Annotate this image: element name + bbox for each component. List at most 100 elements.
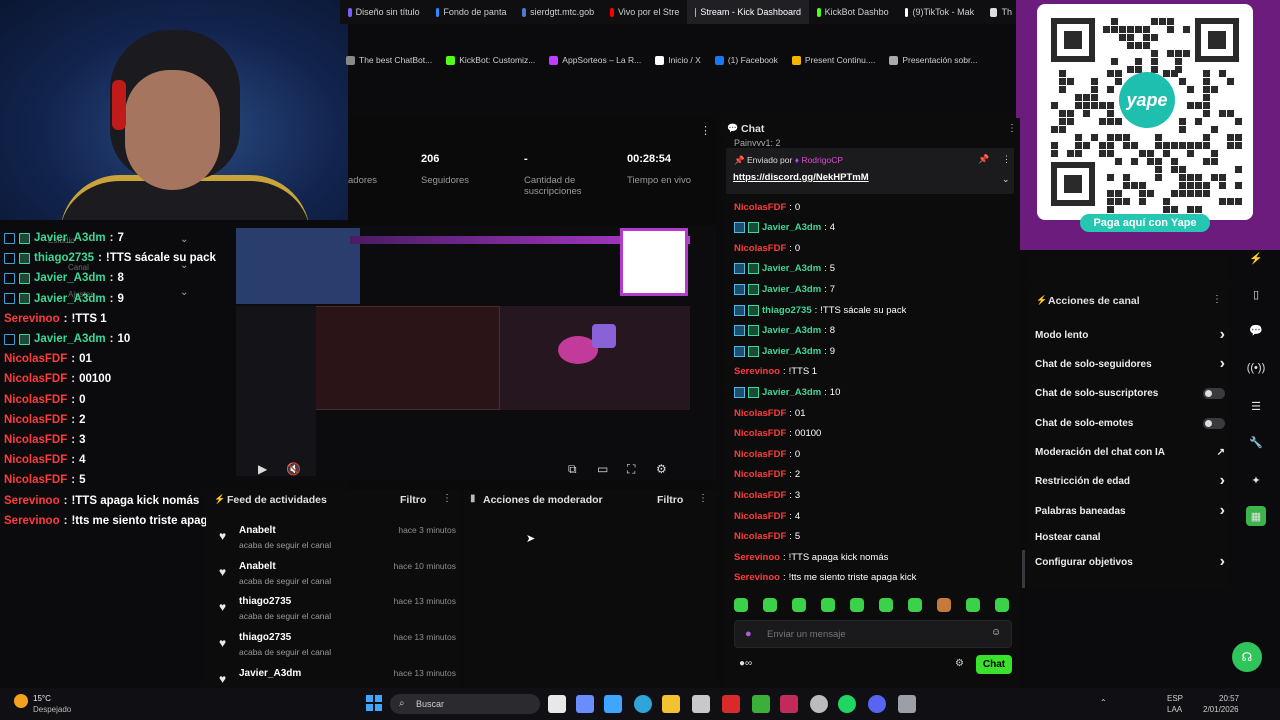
channel-action-row[interactable]: Chat de solo-seguidores › (1035, 355, 1225, 373)
browser-tab[interactable]: Th (982, 0, 1020, 24)
chat-message[interactable]: NicolasFDF:5 (734, 530, 800, 544)
weather-desc[interactable]: Despejado (33, 705, 71, 714)
store-icon[interactable] (604, 695, 622, 713)
unpin-icon[interactable]: 📌 (978, 154, 989, 165)
minecraft-icon[interactable] (752, 695, 770, 713)
channel-action-row[interactable]: Moderación del chat con IA ↗ (1035, 443, 1225, 461)
folder-icon[interactable] (662, 695, 680, 713)
fullscreen-icon[interactable]: ⛶ (627, 462, 635, 477)
emote-icon[interactable] (763, 598, 777, 612)
browser-tab[interactable]: sierdgtt.mtc.gob (514, 0, 602, 24)
chat-user[interactable]: NicolasFDF (734, 490, 786, 501)
settings-gear-icon[interactable]: ⚙ (656, 462, 667, 476)
document-icon[interactable]: ▯ (1246, 284, 1266, 304)
toggle-switch[interactable] (1203, 387, 1225, 399)
feed-user[interactable]: thiago2735 (239, 632, 291, 643)
chat-input[interactable] (767, 627, 977, 641)
emote-icon[interactable] (734, 598, 748, 612)
clock-time[interactable]: 20:57 (1219, 694, 1239, 703)
more-icon[interactable]: ⋮ (700, 124, 711, 137)
channel-action-row[interactable]: Hostear canal (1035, 528, 1225, 546)
chat-message[interactable]: NicolasFDF:0 (734, 241, 800, 255)
chevron-down-icon[interactable]: ⌄ (1002, 174, 1010, 185)
microphone-icon[interactable]: ● (745, 628, 752, 640)
chat-message[interactable]: Serevinoo: !tts me siento triste apaga ki… (734, 571, 916, 585)
chat-message[interactable]: NicolasFDF:3 (734, 488, 800, 502)
bookmark-item[interactable]: AppSorteos – La R... (549, 55, 641, 65)
feed-item[interactable]: ♥ Anabelt acaba de seguir el canal hace 10 … (216, 561, 456, 595)
feed-item[interactable]: ♥ thiago2735 acaba de seguir el canal hace … (216, 596, 456, 630)
mute-icon[interactable]: 🔇 (286, 462, 301, 476)
toggle-switch[interactable] (1203, 417, 1225, 429)
chat-message[interactable]: NicolasFDF:4 (734, 509, 800, 523)
chat-user[interactable]: NicolasFDF (734, 511, 786, 522)
chat-message[interactable]: Javier_A3dm:10 (734, 385, 840, 399)
settings-icon[interactable] (898, 695, 916, 713)
browser-tab[interactable]: Vivo por el Stre (602, 0, 687, 24)
browser-tab[interactable]: KickBot Dashbo (809, 0, 897, 24)
pip-icon[interactable]: ⧉ (568, 462, 577, 477)
clock-date[interactable]: 2/01/2026 (1203, 705, 1239, 714)
pinned-link[interactable]: https://discord.gg/NekHPTmM (733, 172, 869, 183)
feed-user[interactable]: Anabelt (239, 561, 276, 572)
puzzle-icon[interactable]: ✦ (1246, 470, 1266, 490)
feed-user[interactable]: thiago2735 (239, 596, 291, 607)
chat-message[interactable]: NicolasFDF:0 (734, 200, 800, 214)
chat-user[interactable]: thiago2735 (762, 305, 812, 316)
copilot-icon[interactable] (576, 695, 594, 713)
channel-action-row[interactable]: Palabras baneadas › (1035, 502, 1225, 520)
emoji-icon[interactable]: ☺ (991, 627, 1001, 638)
list-icon[interactable]: ☰ (1246, 396, 1266, 416)
chat-user[interactable]: Serevinoo (734, 552, 780, 563)
feed-user[interactable]: Anabelt (239, 525, 276, 536)
bookmark-item[interactable]: The best ChatBot... (346, 55, 432, 65)
chat-message[interactable]: NicolasFDF:01 (734, 406, 805, 420)
chat-user[interactable]: NicolasFDF (734, 531, 786, 542)
chat-input-box[interactable]: ● ☺ (734, 620, 1012, 648)
language-code[interactable]: ESP (1167, 694, 1183, 703)
ms-store-icon[interactable] (692, 695, 710, 713)
language-layout[interactable]: LAA (1167, 705, 1182, 714)
taskbar-search[interactable]: ⌕ Buscar (390, 694, 540, 714)
feed-filter-button[interactable]: Filtro (400, 494, 426, 506)
bookmark-item[interactable]: Presentación sobr... (889, 55, 977, 65)
spotify-icon[interactable] (838, 695, 856, 713)
channel-action-row[interactable]: Restricción de edad › (1035, 472, 1225, 490)
emote-icon[interactable] (879, 598, 893, 612)
more-icon[interactable]: ⋮ (1007, 123, 1017, 134)
browser-tab[interactable]: (9)TikTok - Mak (897, 0, 982, 24)
feed-item[interactable]: ♥ thiago2735 acaba de seguir el canal hace … (216, 632, 456, 666)
edge-icon[interactable] (634, 695, 652, 713)
chrome-icon[interactable] (810, 695, 828, 713)
bolt-icon[interactable]: ⚡ (1246, 248, 1266, 268)
extension-icon[interactable]: ▦ (1246, 506, 1266, 526)
bookmark-item[interactable]: Present Continu.... (791, 55, 875, 65)
chat-user[interactable]: NicolasFDF (734, 408, 786, 419)
support-headset-icon[interactable]: ☊ (1232, 642, 1262, 672)
emote-icon[interactable] (995, 598, 1009, 612)
chat-message[interactable]: Javier_A3dm:7 (734, 282, 835, 296)
chat-message[interactable]: Javier_A3dm:4 (734, 221, 835, 235)
chat-user[interactable]: Javier_A3dm (762, 284, 821, 295)
channel-action-row[interactable]: Chat de solo-suscriptores (1035, 384, 1225, 402)
chat-user[interactable]: Javier_A3dm (762, 325, 821, 336)
chat-message[interactable]: Serevinoo: !TTS apaga kick nomás (734, 550, 888, 564)
chat-user[interactable]: NicolasFDF (734, 243, 786, 254)
kick-community-icon[interactable]: ●∞ (739, 658, 752, 669)
chat-message[interactable]: Javier_A3dm:5 (734, 262, 835, 276)
feed-user[interactable]: Javier_A3dm (239, 668, 301, 679)
chat-message[interactable]: NicolasFDF:2 (734, 468, 800, 482)
broadcast-icon[interactable]: ((•)) (1246, 358, 1266, 378)
pinned-user[interactable]: RodrigoCP (801, 155, 843, 165)
channel-action-row[interactable]: Configurar objetivos › (1035, 553, 1225, 571)
app-icon[interactable] (722, 695, 740, 713)
channel-action-row[interactable]: Chat de solo-emotes (1035, 414, 1225, 432)
more-icon[interactable]: ⋮ (698, 493, 708, 504)
emote-icon[interactable] (850, 598, 864, 612)
emote-icon[interactable] (792, 598, 806, 612)
tray-chevron-icon[interactable]: ⌃ (1100, 698, 1107, 707)
browser-tab[interactable]: Stream - Kick Dashboard (687, 0, 809, 24)
emote-icon[interactable] (821, 598, 835, 612)
wrench-icon[interactable]: 🔧 (1246, 432, 1266, 452)
chat-message[interactable]: Javier_A3dm:9 (734, 344, 835, 358)
